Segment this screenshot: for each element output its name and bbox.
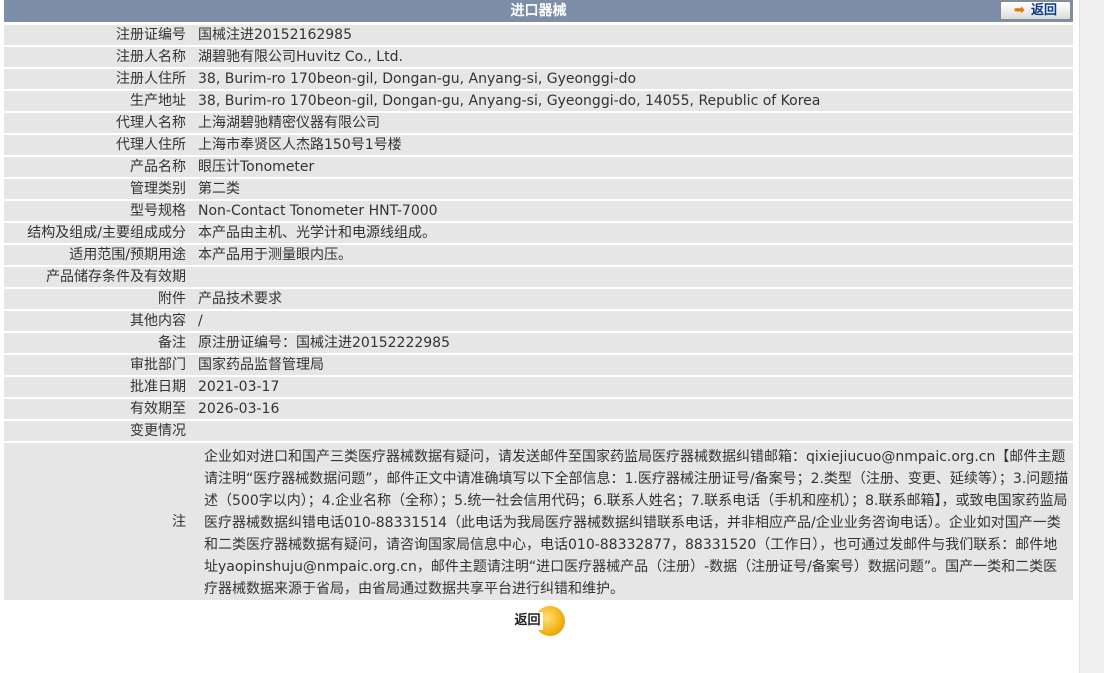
back-button-bottom-label: 返回 [512,612,543,630]
row-value: 本产品由主机、光学计和电源线组成。 [192,223,1073,243]
row-value: 2021-03-17 [192,377,1073,397]
row-value: 第二类 [192,179,1073,199]
row-label: 附件 [4,289,192,309]
table-row: 结构及组成/主要组成成分 本产品由主机、光学计和电源线组成。 [4,223,1073,243]
note-label: 注 [4,443,192,600]
note-text: 企业如对进口和国产三类医疗器械数据有疑问，请发送邮件至国家药监局医疗器械数据纠错… [204,449,1069,597]
row-label: 注册证编号 [4,25,192,45]
row-label: 审批部门 [4,355,192,375]
footer: 返回 [4,606,1073,640]
vertical-scrollbar[interactable] [1079,0,1104,673]
row-value: 产品技术要求 [192,289,1073,309]
table-row: 产品储存条件及有效期 [4,267,1073,287]
detail-page: 进口器械 ➡ 返回 注册证编号 国械注进20152162985 注册人名称 湖碧驰有限公… [4,0,1073,640]
row-value: 上海市奉贤区人杰路150号1号楼 [192,135,1073,155]
row-value: 国械注进20152162985 [192,25,1073,45]
table-row-note: 注 企业如对进口和国产三类医疗器械数据有疑问，请发送邮件至国家药监局医疗器械数据… [4,443,1073,600]
page-header: 进口器械 ➡ 返回 [4,0,1073,22]
back-button-top-label: 返回 [1030,3,1057,18]
back-button-top[interactable]: ➡ 返回 [1000,1,1071,20]
table-row: 审批部门 国家药品监督管理局 [4,355,1073,375]
back-button-bottom[interactable]: 返回 [512,606,565,636]
table-row: 型号规格 Non-Contact Tonometer HNT-7000 [4,201,1073,221]
row-label: 产品名称 [4,157,192,177]
row-value: Non-Contact Tonometer HNT-7000 [192,201,1073,221]
row-label: 其他内容 [4,311,192,331]
arrow-right-icon: ➡ [1014,3,1025,18]
row-label: 批准日期 [4,377,192,397]
row-value: 38, Burim-ro 170beon-gil, Dongan-gu, Any… [192,91,1073,111]
table-row: 附件 产品技术要求 [4,289,1073,309]
row-label: 结构及组成/主要组成成分 [4,223,192,243]
row-value: 国家药品监督管理局 [192,355,1073,375]
detail-table: 注册证编号 国械注进20152162985 注册人名称 湖碧驰有限公司Huvitz C… [4,23,1073,602]
table-row: 注册人名称 湖碧驰有限公司Huvitz Co., Ltd. [4,47,1073,67]
table-row-change: 变更情况 [4,421,1073,441]
row-label: 适用范围/预期用途 [4,245,192,265]
table-row: 产品名称 眼压计Tonometer [4,157,1073,177]
table-row: 有效期至 2026-03-16 [4,399,1073,419]
row-label: 代理人名称 [4,113,192,133]
row-label: 变更情况 [4,421,192,441]
table-row: 注册人住所 38, Burim-ro 170beon-gil, Dongan-gu… [4,69,1073,89]
table-row: 其他内容 / [4,311,1073,331]
table-row: 备注 原注册证编号：国械注进20152222985 [4,333,1073,353]
row-value: 上海湖碧驰精密仪器有限公司 [192,113,1073,133]
table-row: 适用范围/预期用途 本产品用于测量眼内压。 [4,245,1073,265]
row-label: 管理类别 [4,179,192,199]
table-row: 管理类别 第二类 [4,179,1073,199]
row-label: 生产地址 [4,91,192,111]
table-row: 注册证编号 国械注进20152162985 [4,25,1073,45]
row-value [192,421,1073,441]
row-label: 型号规格 [4,201,192,221]
row-value: / [192,311,1073,331]
row-value: 湖碧驰有限公司Huvitz Co., Ltd. [192,47,1073,67]
table-row: 生产地址 38, Burim-ro 170beon-gil, Dongan-gu,… [4,91,1073,111]
table-row: 代理人住所 上海市奉贤区人杰路150号1号楼 [4,135,1073,155]
row-value: 本产品用于测量眼内压。 [192,245,1073,265]
table-row: 批准日期 2021-03-17 [4,377,1073,397]
row-value: 38, Burim-ro 170beon-gil, Dongan-gu, Any… [192,69,1073,89]
row-value: 2026-03-16 [192,399,1073,419]
row-label: 有效期至 [4,399,192,419]
row-value: 眼压计Tonometer [192,157,1073,177]
row-label: 产品储存条件及有效期 [4,267,192,287]
row-value [192,267,1073,287]
page-title: 进口器械 [510,3,567,19]
row-value: 原注册证编号：国械注进20152222985 [192,333,1073,353]
row-label: 代理人住所 [4,135,192,155]
row-label: 注册人名称 [4,47,192,67]
row-label: 注册人住所 [4,69,192,89]
table-row: 代理人名称 上海湖碧驰精密仪器有限公司 [4,113,1073,133]
row-label: 备注 [4,333,192,353]
